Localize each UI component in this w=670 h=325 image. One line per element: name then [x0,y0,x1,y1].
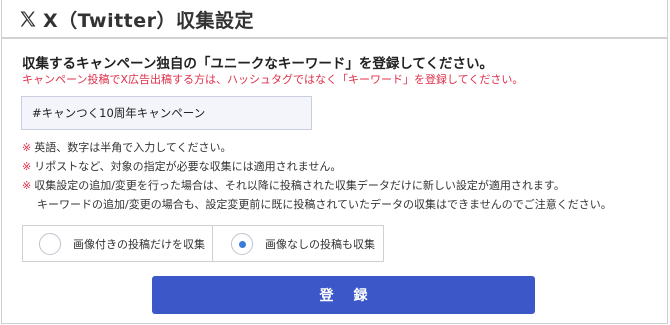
radio-label: 画像なしの投稿も収集 [265,237,375,251]
image-filter-radio-group: 画像付きの投稿だけを収集 画像なしの投稿も収集 [22,225,384,262]
x-logo-icon [20,11,36,27]
keyword-instruction: 収集するキャンペーン独自の「ユニークなキーワード」を登録してください。 [22,56,494,72]
note-item: ※ 英語、数字は半角で入力してください。 [22,141,232,154]
note-mark: ※ [22,179,32,192]
radio-label: 画像付きの投稿だけを収集 [73,237,205,251]
page-title: X（Twitter）収集設定 [43,10,255,32]
radio-button-checked[interactable] [231,232,253,255]
radio-option-images-only[interactable]: 画像付きの投稿だけを収集 [23,226,213,261]
keyword-input[interactable] [21,96,312,130]
note-item: ※ リポストなど、対象の指定が必要な収集には適用されません。 [22,160,342,173]
settings-panel: X（Twitter）収集設定 収集するキャンペーン独自の「ユニークなキーワード」… [1,0,668,324]
notes-list: ※ 英語、数字は半角で入力してください。 ※ リポストなど、対象の指定が必要な収集に… [22,138,612,214]
note-mark: ※ [22,141,32,154]
note-mark: ※ [22,160,32,173]
register-button[interactable]: 登録 [152,276,535,314]
note-continuation: キーワードの追加/変更の場合も、設定変更前に既に投稿されていたデータの収集はでき… [37,198,612,211]
radio-option-include-no-image[interactable]: 画像なしの投稿も収集 [213,226,383,261]
page-header: X（Twitter）収集設定 [2,0,667,39]
radio-button-unchecked[interactable] [39,232,61,255]
note-item: ※ 収集設定の追加/変更を行った場合は、それ以降に投稿された収集データだけに新しい… [22,179,565,192]
ad-warning-text: キャンペーン投稿でX広告出稿する方は、ハッシュタグではなく「キーワード」を登録し… [22,73,524,86]
